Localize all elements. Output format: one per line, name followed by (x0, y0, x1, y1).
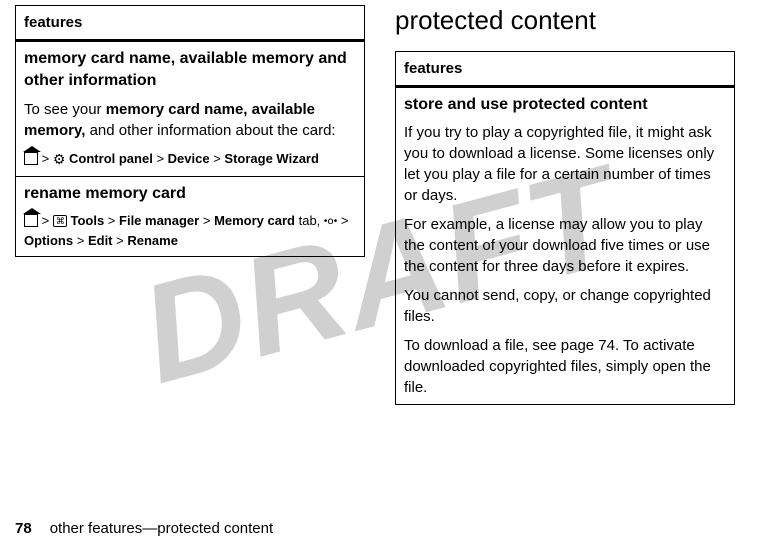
memory-info-title: memory card name, available memory and o… (24, 48, 356, 93)
features-table-left: features memory card name, available mem… (15, 5, 365, 257)
protected-content-p4: To download a file, see page 74. To acti… (404, 335, 726, 398)
features-table-right: features store and use protected content… (395, 51, 735, 405)
protected-content-heading: protected content (395, 5, 735, 36)
page-footer: 78 other features—protected content (15, 520, 273, 537)
protected-content-cell: store and use protected content If you t… (396, 87, 735, 405)
table-header-left: features (16, 6, 365, 41)
left-column: features memory card name, available mem… (15, 5, 365, 405)
right-column: protected content features store and use… (395, 5, 735, 405)
memory-info-cell: memory card name, available memory and o… (16, 41, 365, 177)
rename-card-cell: rename memory card > Tools > File manage… (16, 176, 365, 256)
page-number: 78 (15, 520, 32, 537)
home-icon (24, 214, 38, 227)
rename-card-path: > Tools > File manager > Memory card tab… (24, 211, 356, 250)
memory-info-path: > ⚙ Control panel > Device > Storage Wiz… (24, 149, 356, 170)
table-header-right: features (396, 52, 735, 87)
memory-info-body: To see your memory card name, available … (24, 99, 356, 141)
home-icon (24, 152, 38, 165)
protected-content-p3: You cannot send, copy, or change copyrig… (404, 285, 726, 327)
option-icon: •໐• (324, 214, 337, 229)
protected-content-p2: For example, a license may allow you to … (404, 214, 726, 277)
page-content: features memory card name, available mem… (0, 0, 759, 405)
footer-text: other features—protected content (50, 520, 273, 537)
rename-card-title: rename memory card (24, 183, 356, 205)
settings-icon: ⚙ (53, 149, 66, 170)
protected-content-p1: If you try to play a copyrighted file, i… (404, 122, 726, 206)
protected-content-title: store and use protected content (404, 94, 726, 116)
tools-icon (53, 215, 67, 227)
